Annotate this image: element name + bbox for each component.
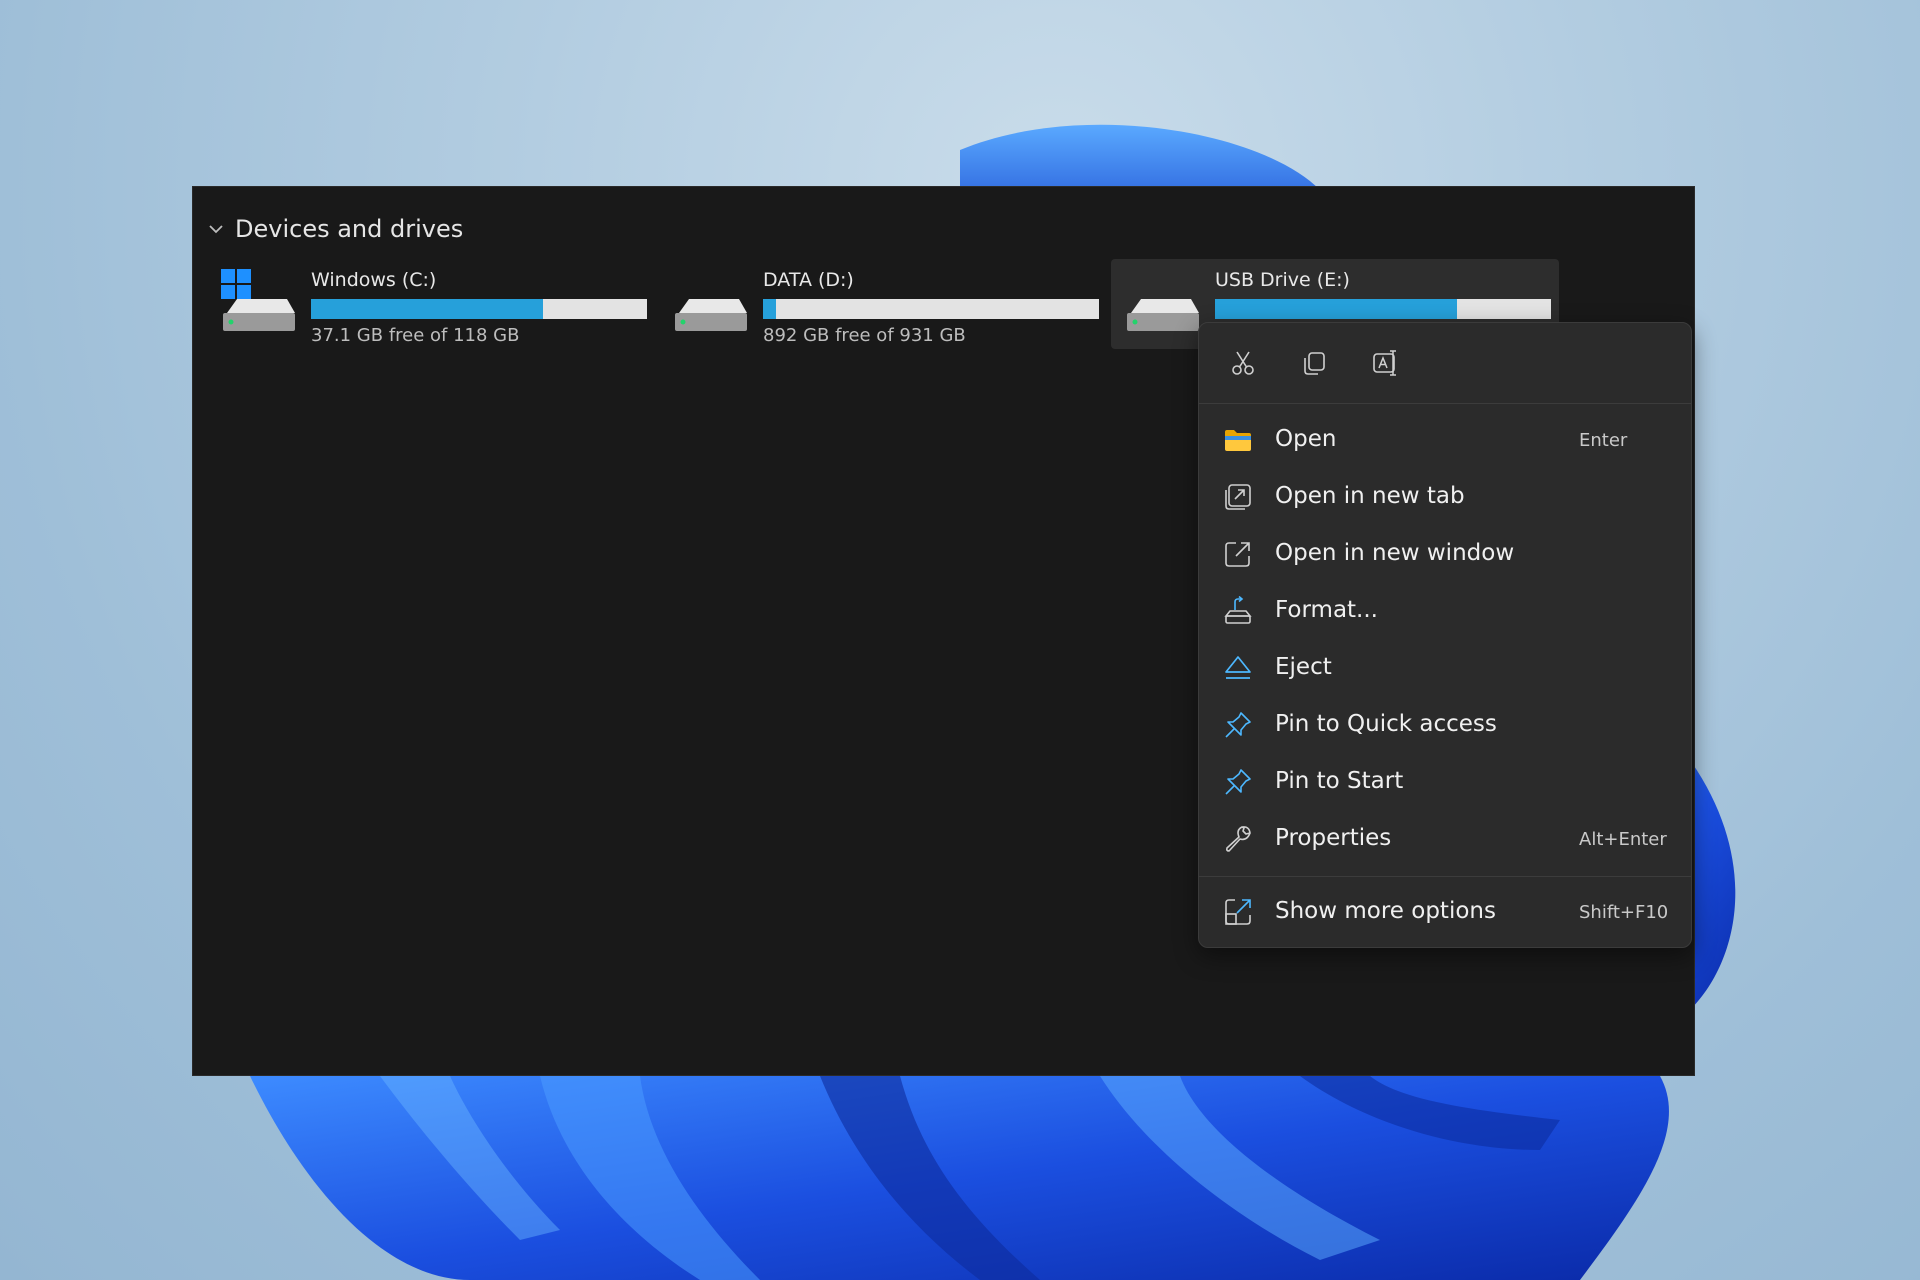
folder-icon [1225,430,1251,451]
drive-name: Windows (C:) [311,269,437,291]
eject-icon [1225,656,1251,679]
more-options-icon [1225,899,1251,925]
section-title: Devices and drives [235,215,464,243]
wrench-icon [1225,826,1251,852]
menu-item-shortcut: Alt+Enter [1579,829,1667,850]
format-icon [1224,596,1252,624]
menu-item-label: Properties [1275,825,1392,851]
menu-item-label: Eject [1275,654,1332,680]
new-window-icon [1225,542,1250,567]
drive-free-space: 37.1 GB free of 118 GB [311,325,520,346]
menu-item-pin-to-quick-access[interactable]: Pin to Quick access [1207,698,1683,750]
drive-name: DATA (D:) [763,269,854,291]
drive-usage-fill [763,299,777,319]
menu-item-label: Open [1275,426,1337,452]
menu-item-label: Pin to Quick access [1275,711,1497,737]
menu-item-pin-to-start[interactable]: Pin to Start [1207,755,1683,807]
drive-usage-bar [763,299,1099,319]
drive-tile-c[interactable]: Windows (C:) 37.1 GB free of 118 GB [207,259,655,349]
drive-free-space: 892 GB free of 931 GB [763,325,966,346]
chevron-down-icon[interactable] [207,220,225,238]
pin-icon [1225,769,1251,795]
menu-item-open-in-new-tab[interactable]: Open in new tab [1207,470,1683,522]
drive-tile-d[interactable]: DATA (D:) 892 GB free of 931 GB [659,259,1107,349]
menu-item-format[interactable]: Format... [1207,584,1683,636]
hard-drive-icon [675,299,747,331]
new-tab-icon [1225,484,1251,510]
menu-item-label: Pin to Start [1275,768,1404,794]
pin-icon [1225,712,1251,738]
drive-usage-fill [311,299,543,319]
menu-item-shortcut: Shift+F10 [1579,902,1669,923]
devices-and-drives-header[interactable]: Devices and drives [207,215,463,243]
menu-item-eject[interactable]: Eject [1207,641,1683,693]
menu-item-label: Format... [1275,597,1378,623]
menu-item-label: Show more options [1275,898,1496,924]
menu-item-open[interactable]: Open Enter [1207,413,1683,465]
usb-drive-icon [1127,299,1199,331]
menu-item-shortcut: Enter [1579,430,1628,451]
menu-separator [1199,876,1691,877]
drive-name: USB Drive (E:) [1215,269,1350,291]
drive-usage-bar [311,299,647,319]
drive-usage-bar [1215,299,1551,319]
menu-item-show-more-options[interactable]: Show more options Shift+F10 [1207,885,1683,937]
copy-button[interactable] [1292,341,1336,385]
menu-item-open-in-new-window[interactable]: Open in new window [1207,527,1683,579]
copy-icon [1304,352,1325,375]
menu-item-properties[interactable]: Properties Alt+Enter [1207,812,1683,864]
context-menu: Open Enter Open in new tab Open in new w… [1198,322,1692,948]
cut-button[interactable] [1221,341,1265,385]
quick-actions-bar [1199,323,1691,404]
system-drive-icon [221,269,295,331]
rename-button[interactable] [1363,341,1407,385]
menu-item-label: Open in new tab [1275,483,1465,509]
drive-usage-fill [1215,299,1457,319]
rename-icon [1373,350,1396,376]
menu-item-label: Open in new window [1275,540,1515,566]
cut-icon [1232,351,1254,375]
